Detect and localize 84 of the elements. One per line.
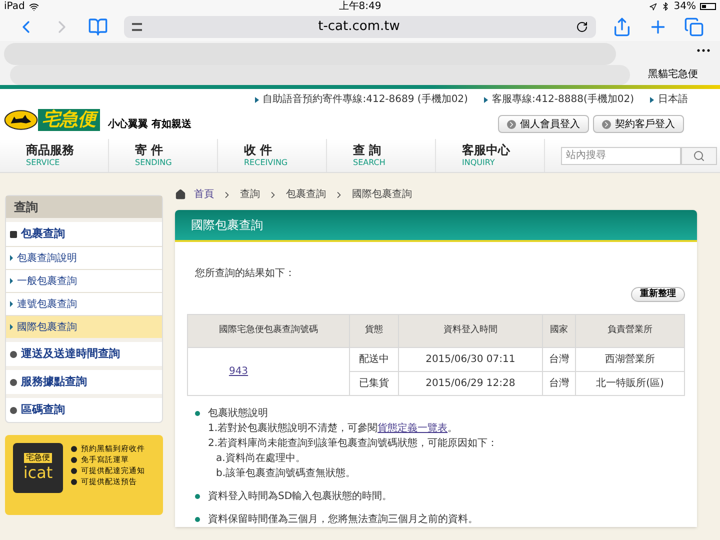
tab-title[interactable]: 黑貓宅急便 [648, 67, 698, 82]
arrow-icon [10, 324, 13, 330]
sidebar-title: 查詢 [6, 196, 162, 218]
tagline: 小心翼翼 有如親送 [108, 117, 192, 132]
login-button[interactable]: 契約客戶登入 [593, 115, 684, 133]
search-field[interactable]: 站內搜尋 [561, 146, 681, 164]
country-cell: 台灣 [542, 372, 576, 396]
bookmarks-button[interactable] [88, 17, 108, 37]
battery-percent: 34% [674, 0, 696, 14]
bullet-icon [195, 494, 200, 499]
reload-icon [576, 21, 588, 33]
bullet-icon [195, 411, 200, 416]
reader-icon [132, 23, 142, 31]
address-bar[interactable]: t-cat.com.tw [124, 16, 596, 38]
nav-item[interactable]: 收 件 RECEIVING [218, 139, 327, 172]
note-subline: a.資料尚在處理中。 [215, 452, 306, 466]
time-cell: 2015/06/29 12:28 [398, 372, 542, 396]
country-cell: 台灣 [542, 348, 576, 372]
note-text: 資料登入時間為SD輸入包裹狀態的時間。 [208, 490, 392, 504]
battery-icon [700, 3, 716, 10]
wifi-icon [28, 2, 39, 12]
office-cell: 西湖營業所 [575, 348, 684, 372]
breadcrumb-link[interactable]: 包裹查詢 [286, 187, 326, 202]
bullet-icon [71, 456, 77, 462]
device-name: iPad [4, 0, 25, 14]
arrow-icon [10, 301, 13, 307]
clock: 上午8:49 [338, 0, 382, 14]
nav-item[interactable]: 查 詢 SEARCH [327, 139, 436, 172]
breadcrumb-link[interactable]: 首頁 [194, 187, 214, 202]
sidebar-section[interactable]: 服務據點查詢 [6, 366, 162, 394]
bluetooth-icon [660, 2, 670, 11]
note-text: 資料保留時間僅為三個月，您將無法查詢三個月之前的資料。 [208, 512, 478, 527]
bullet-icon [71, 478, 77, 484]
arrow-icon [10, 255, 13, 261]
tracking-number-link[interactable]: 943 [228, 366, 248, 377]
status-cell: 已集貨 [350, 372, 399, 396]
tabs-button[interactable] [684, 17, 704, 37]
search-button[interactable] [681, 146, 717, 164]
column-header: 貨態 [350, 314, 399, 348]
header-link[interactable]: 日本語 [658, 92, 688, 107]
login-button[interactable]: 個人會員登入 [498, 115, 589, 133]
location-icon [648, 2, 657, 10]
header-link[interactable]: 自助語音預約寄件專線:412-8689 (手機加02) [262, 92, 468, 107]
breadcrumb-link[interactable]: 查詢 [240, 187, 260, 202]
time-cell: 2015/06/30 07:11 [398, 348, 542, 372]
office-cell: 北一特販所(區) [575, 372, 684, 396]
column-header: 資料登入時間 [398, 314, 542, 348]
column-header: 國家 [542, 314, 576, 348]
bullet-icon [71, 446, 77, 452]
cat-logo-icon [4, 109, 38, 131]
sidebar-section[interactable]: 運送及送達時間查詢 [6, 338, 162, 366]
column-header: 國際宅急便包裹查詢號碼 [188, 314, 350, 348]
more-icon[interactable] [696, 49, 710, 52]
arrow-icon [602, 120, 611, 128]
status-cell: 配送中 [350, 348, 399, 372]
header-link[interactable]: 客服專線:412-8888(手機加02) [492, 92, 634, 107]
arrow-icon [484, 96, 488, 102]
nav-item[interactable]: 客服中心 INQUIRY [436, 139, 545, 172]
share-button[interactable] [612, 17, 632, 37]
column-header: 負責營業所 [575, 314, 684, 348]
breadcrumb-link[interactable]: 國際包裹查詢 [352, 187, 412, 202]
bullet-icon [71, 468, 77, 474]
sidebar-item[interactable]: 國際包裹查詢 [6, 315, 162, 338]
arrow-icon [10, 278, 13, 284]
search-icon [693, 150, 705, 162]
note-line: 2.若資料庫尚未能查詢到該筆包裹查詢號碼狀態，可能原因如下： [208, 436, 498, 451]
icat-logo: 宅急便 icat [13, 443, 63, 493]
panel-header: 國際包裹查詢 [175, 210, 697, 242]
sidebar-section[interactable]: 區碼查詢 [6, 394, 162, 422]
bullet-icon [195, 517, 200, 522]
refresh-button[interactable]: 重新整理 [631, 287, 685, 302]
note-line: 1.若對於包裹狀態說明不清楚，可參閱貨態定義一覽表。 [208, 422, 459, 436]
url-text: t-cat.com.tw [317, 18, 401, 36]
logo: 宅急便 [4, 109, 100, 131]
arrow-icon [254, 96, 259, 102]
nav-item[interactable]: 寄 件 SENDING [109, 139, 218, 172]
home-icon [175, 189, 186, 200]
arrow-icon [507, 120, 516, 128]
note-subline: b.該筆包裹查詢號碼查無狀態。 [215, 466, 357, 481]
nav-item[interactable]: 商品服務 SERVICE [0, 139, 109, 172]
status-definition-link[interactable]: 貨態定義一覽表 [378, 423, 448, 434]
intro-text: 您所查詢的結果如下： [194, 266, 296, 281]
arrow-icon [650, 96, 654, 102]
note-text: 包裹狀態說明 [208, 406, 269, 421]
